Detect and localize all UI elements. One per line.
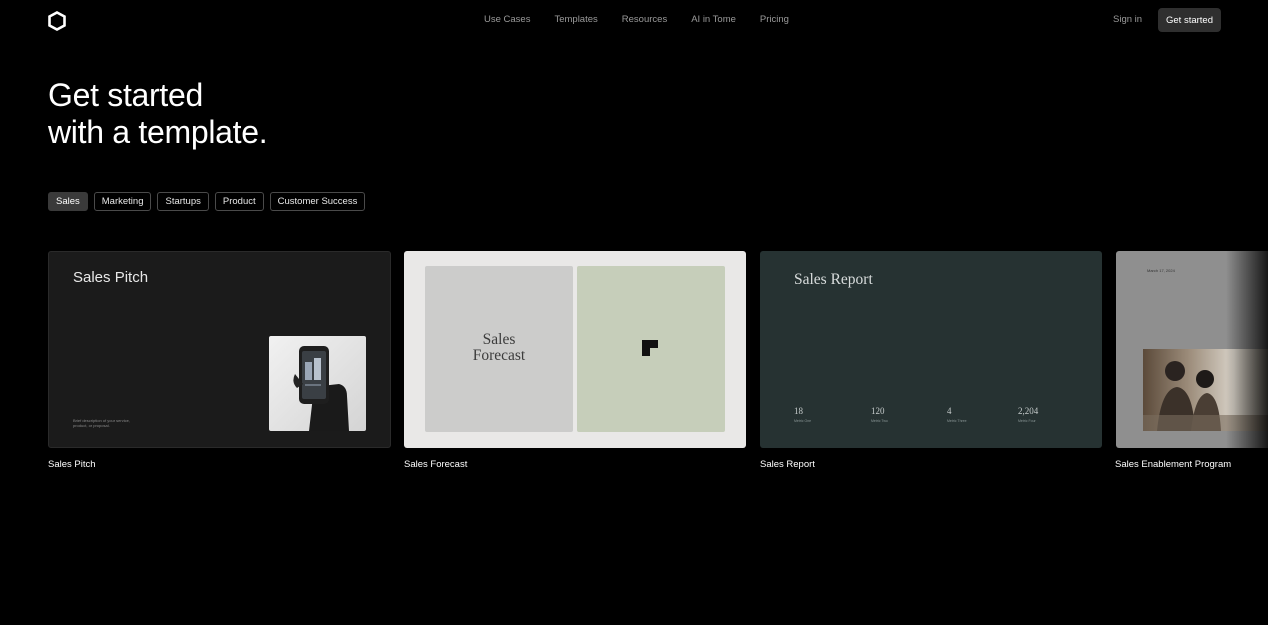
stat-value: 120 [871, 406, 885, 416]
scroll-fade-overlay [1226, 251, 1268, 448]
filter-product[interactable]: Product [214, 192, 264, 211]
page-title: Get started with a template. [48, 77, 268, 151]
main-nav: Use Cases Templates Resources AI in Tome… [484, 14, 813, 26]
nav-link-use-cases[interactable]: Use Cases [484, 14, 530, 26]
filter-startups[interactable]: Startups [157, 192, 209, 211]
preview-title: Sales Pitch [73, 269, 149, 286]
preview-right-panel [577, 266, 725, 432]
phone-photo [269, 336, 366, 431]
preview-description: Brief description of your service, produ… [73, 418, 130, 428]
template-caption-sales-forecast[interactable]: Sales Forecast [404, 459, 467, 470]
stat-label: Metric Two [871, 419, 888, 423]
preview-stat: 4 Metric Three [947, 406, 967, 423]
get-started-button[interactable]: Get started [1158, 8, 1221, 32]
template-caption-sales-pitch[interactable]: Sales Pitch [48, 459, 96, 470]
preview-title-line-1: Sales [482, 331, 516, 348]
category-filters: Sales Marketing Startups Product Custome… [48, 192, 366, 211]
stat-label: Metric Three [947, 419, 967, 423]
template-caption-sales-report[interactable]: Sales Report [760, 459, 815, 470]
tome-logo-icon[interactable] [47, 11, 67, 31]
template-card-sales-enablement-program[interactable]: March 17, 2024 [1116, 251, 1268, 448]
stat-label: Metric One [794, 419, 812, 423]
template-card-sales-forecast[interactable]: Sales Forecast [404, 251, 746, 448]
filter-marketing[interactable]: Marketing [93, 192, 152, 211]
forecast-logo-icon [642, 340, 659, 362]
stat-value: 18 [794, 406, 803, 416]
nav-link-resources[interactable]: Resources [622, 14, 667, 26]
template-card-sales-report[interactable]: Sales Report 18 Metric One 120 Metric Tw… [760, 251, 1102, 448]
preview-left-panel: Sales Forecast [425, 266, 573, 432]
preview-title-line-2: Forecast [472, 347, 526, 364]
preview-stat: 2,204 Metric Four [1018, 406, 1038, 423]
preview-date: March 17, 2024 [1147, 268, 1175, 273]
stat-value: 2,204 [1018, 406, 1039, 416]
stat-value: 4 [947, 406, 952, 416]
preview-title: Sales Report [794, 271, 873, 288]
preview-stat: 18 Metric One [794, 406, 811, 423]
nav-link-ai-in-tome[interactable]: AI in Tome [691, 14, 736, 26]
filter-sales[interactable]: Sales [48, 192, 88, 211]
template-card-sales-pitch[interactable]: Sales Pitch Brief description of your se… [48, 251, 391, 448]
stat-label: Metric Four [1018, 419, 1036, 423]
page-title-line-2: with a template. [48, 114, 268, 150]
page-title-line-1: Get started [48, 77, 203, 113]
preview-title: Sales Forecast [425, 332, 573, 364]
nav-link-pricing[interactable]: Pricing [760, 14, 789, 26]
filter-customer-success[interactable]: Customer Success [269, 192, 366, 211]
preview-stat: 120 Metric Two [871, 406, 888, 423]
sign-in-link[interactable]: Sign in [1113, 14, 1142, 26]
nav-link-templates[interactable]: Templates [554, 14, 597, 26]
template-caption-sales-enablement-program[interactable]: Sales Enablement Program [1115, 459, 1231, 470]
